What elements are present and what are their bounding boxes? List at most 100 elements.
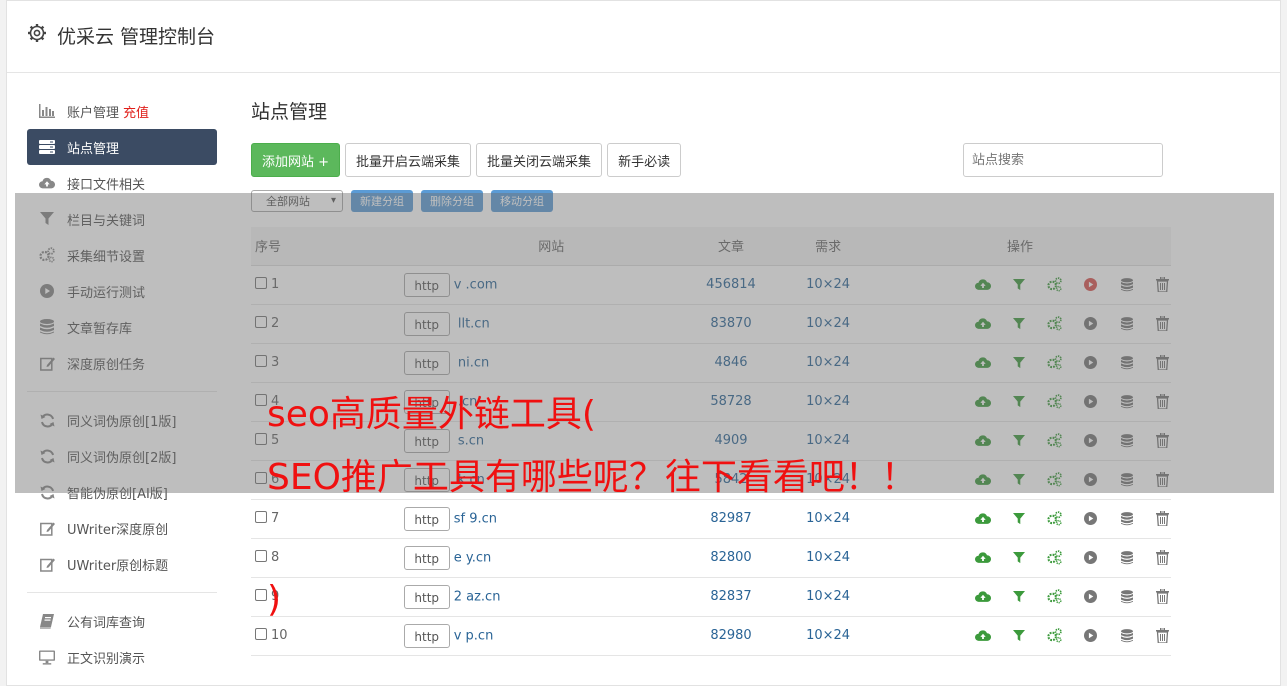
watermark-line-2: SEO推广工具有哪些呢？往下看看吧！！	[267, 457, 917, 498]
row-demand[interactable]: 10×24	[787, 499, 869, 539]
add-site-button[interactable]: 添加网站 +	[251, 143, 341, 177]
watermark-line-3: )	[267, 579, 282, 620]
beginner-guide-button[interactable]: 新手必读	[607, 143, 682, 177]
table-row: 8 http e y.cn 82800 10×24	[251, 538, 1171, 578]
site-url-link[interactable]: 2 az.cn	[454, 589, 501, 604]
sidebar-item-label: 公有词库查询	[67, 615, 146, 631]
gray-overlay	[15, 193, 1274, 493]
sidebar-item-label: UWriter原创标题	[67, 558, 169, 574]
row-num: 8	[271, 550, 280, 565]
batch-enable-cloud-button[interactable]: 批量开启云端采集	[345, 143, 472, 177]
main-panel: 站点管理 添加网站 + 批量开启云端采集 批量关闭云端采集 新手必读 全部网站 …	[251, 97, 1171, 656]
sidebar-item-label: UWriter深度原创	[67, 522, 169, 538]
cloud-upload-icon[interactable]	[974, 511, 991, 527]
sidebar-item-label: 账户管理	[67, 105, 120, 121]
row-ops-cell	[868, 577, 1171, 617]
app-title: 优采云 管理控制台	[57, 26, 216, 48]
table-row: 9 http 2 az.cn 82837 10×24	[251, 577, 1171, 617]
cloud-upload-icon	[39, 175, 55, 191]
table-row: 10 http v p.cn 82980 10×24	[251, 616, 1171, 656]
trash-icon[interactable]	[1155, 550, 1171, 566]
row-num-cell: 8	[251, 538, 328, 578]
play-circle-icon[interactable]	[1083, 550, 1099, 566]
database-icon[interactable]	[1119, 550, 1135, 566]
bar-chart-icon	[39, 103, 55, 119]
sidebar-item-account[interactable]: 账户管理 充值	[27, 93, 217, 129]
gears-icon[interactable]	[1047, 589, 1063, 605]
sidebar-item-uwriter-deep[interactable]: UWriter深度原创	[27, 510, 217, 546]
edit-icon	[39, 556, 55, 572]
sidebar-item-public-lexicon[interactable]: 公有词库查询	[27, 603, 217, 639]
row-articles[interactable]: 82980	[674, 616, 788, 656]
row-num-cell: 10	[251, 616, 328, 656]
row-checkbox[interactable]	[255, 628, 267, 640]
watermark-line-1: seo高质量外链工具(	[267, 394, 596, 435]
server-icon	[39, 139, 55, 155]
site-url-link[interactable]: v p.cn	[454, 628, 494, 643]
sidebar-divider	[27, 592, 217, 593]
database-icon[interactable]	[1119, 589, 1135, 605]
row-ops-cell	[868, 616, 1171, 656]
protocol-badge[interactable]: http	[403, 584, 450, 609]
batch-disable-cloud-button[interactable]: 批量关闭云端采集	[476, 143, 603, 177]
filter-icon[interactable]	[1011, 550, 1027, 566]
row-num-cell: 9	[251, 577, 328, 617]
row-articles[interactable]: 82800	[674, 538, 788, 578]
toolbar: 添加网站 + 批量开启云端采集 批量关闭云端采集 新手必读	[251, 143, 682, 177]
protocol-badge[interactable]: http	[403, 623, 450, 648]
site-url-link[interactable]: e y.cn	[454, 550, 492, 565]
row-site-cell: http sf 9.cn	[327, 499, 675, 539]
trash-icon[interactable]	[1155, 511, 1171, 527]
row-num: 7	[271, 511, 280, 526]
protocol-badge[interactable]: http	[403, 506, 450, 531]
play-circle-icon[interactable]	[1083, 511, 1099, 527]
gears-icon[interactable]	[1047, 511, 1063, 527]
recharge-link[interactable]: 充值	[123, 102, 149, 121]
book-icon	[39, 613, 55, 629]
trash-icon[interactable]	[1155, 589, 1171, 605]
site-url-link[interactable]: sf 9.cn	[454, 511, 497, 526]
row-checkbox[interactable]	[255, 511, 267, 523]
database-icon[interactable]	[1119, 628, 1135, 644]
row-demand[interactable]: 10×24	[787, 538, 869, 578]
header: 优采云 管理控制台	[7, 1, 1280, 73]
row-articles[interactable]: 82987	[674, 499, 788, 539]
row-num: 10	[271, 628, 288, 643]
cloud-upload-icon[interactable]	[974, 628, 991, 644]
sidebar-item-site-management[interactable]: 站点管理	[27, 129, 217, 165]
gears-icon[interactable]	[1047, 550, 1063, 566]
cloud-upload-icon[interactable]	[974, 589, 991, 605]
sidebar-item-text-recognition[interactable]: 正文识别演示	[27, 639, 217, 675]
row-site-cell: http e y.cn	[327, 538, 675, 578]
row-demand[interactable]: 10×24	[787, 616, 869, 656]
row-num-cell: 7	[251, 499, 328, 539]
trash-icon[interactable]	[1155, 628, 1171, 644]
sidebar-item-label: 站点管理	[67, 141, 120, 157]
gear-icon	[28, 24, 46, 42]
edit-icon	[39, 520, 55, 536]
page-title: 站点管理	[251, 101, 328, 123]
filter-icon[interactable]	[1011, 511, 1027, 527]
row-articles[interactable]: 82837	[674, 577, 788, 617]
protocol-badge[interactable]: http	[403, 545, 450, 570]
sidebar-item-label: 正文识别演示	[67, 651, 146, 667]
gears-icon[interactable]	[1047, 628, 1063, 644]
cloud-upload-icon[interactable]	[974, 550, 991, 566]
play-circle-icon[interactable]	[1083, 589, 1099, 605]
row-checkbox[interactable]	[255, 589, 267, 601]
row-ops-cell	[868, 499, 1171, 539]
filter-icon[interactable]	[1011, 628, 1027, 644]
row-checkbox[interactable]	[255, 550, 267, 562]
filter-icon[interactable]	[1011, 589, 1027, 605]
row-site-cell: http v p.cn	[327, 616, 675, 656]
monitor-icon	[39, 649, 55, 665]
row-demand[interactable]: 10×24	[787, 577, 869, 617]
row-site-cell: http 2 az.cn	[327, 577, 675, 617]
play-circle-icon[interactable]	[1083, 628, 1099, 644]
sidebar-item-uwriter-title[interactable]: UWriter原创标题	[27, 546, 217, 582]
sidebar-item-label: 接口文件相关	[67, 177, 146, 193]
database-icon[interactable]	[1119, 511, 1135, 527]
site-search-input[interactable]	[963, 143, 1163, 177]
row-ops-cell	[868, 538, 1171, 578]
table-row: 7 http sf 9.cn 82987 10×24	[251, 499, 1171, 539]
